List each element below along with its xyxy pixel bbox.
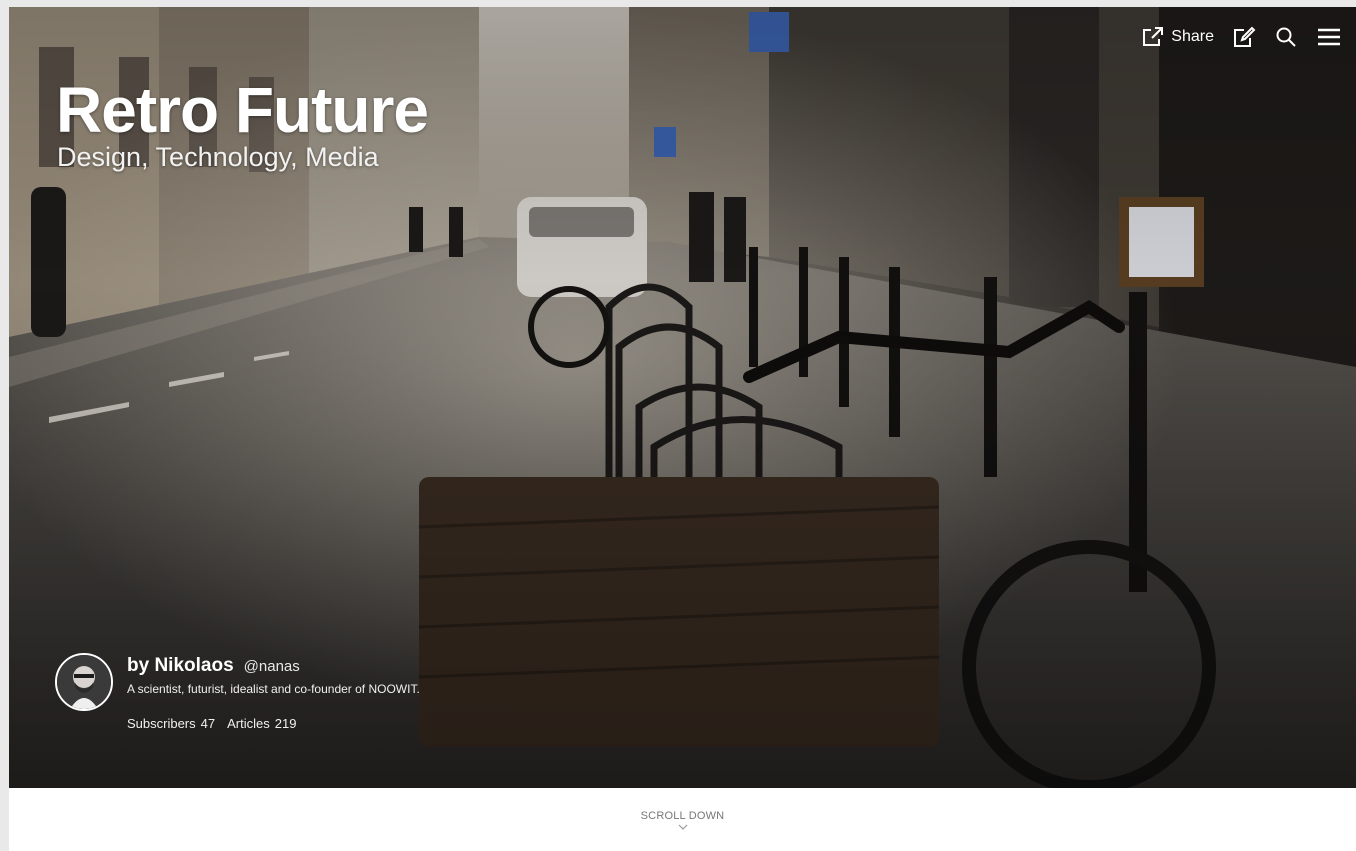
- chevron-down-icon: [678, 824, 687, 830]
- subscribers-count: 47: [200, 716, 216, 731]
- author-info: by Nikolaos @nanas A scientist, futurist…: [127, 655, 420, 731]
- articles-label: Articles: [227, 716, 270, 731]
- blog-subtitle: Design, Technology, Media: [57, 142, 379, 172]
- author-line: by Nikolaos @nanas: [127, 655, 420, 677]
- author-bio: A scientist, futurist, idealist and co-f…: [127, 682, 420, 696]
- blog-title: Retro Future: [56, 74, 429, 146]
- menu-icon: [1316, 25, 1342, 49]
- share-label: Share: [1171, 28, 1214, 45]
- avatar[interactable]: [55, 653, 113, 711]
- articles-count: 219: [274, 716, 297, 731]
- share-icon: [1141, 25, 1165, 49]
- edit-icon: [1232, 25, 1256, 49]
- author-handle[interactable]: @nanas: [244, 658, 300, 675]
- author-stats: Subscribers 47 Articles 219: [127, 716, 420, 731]
- menu-button[interactable]: [1316, 25, 1342, 49]
- subscribers-stat[interactable]: Subscribers 47: [127, 716, 215, 731]
- author-block: by Nikolaos @nanas A scientist, futurist…: [55, 653, 420, 731]
- page-frame: Retro Future Design, Technology, Media S…: [9, 7, 1356, 851]
- scroll-down-button[interactable]: SCROLL DOWN: [9, 810, 1356, 830]
- articles-stat[interactable]: Articles 219: [227, 716, 296, 731]
- edit-button[interactable]: [1232, 25, 1256, 49]
- search-button[interactable]: [1274, 25, 1298, 49]
- subscribers-label: Subscribers: [127, 716, 196, 731]
- share-button[interactable]: Share: [1141, 25, 1214, 49]
- scroll-down-label: SCROLL DOWN: [640, 810, 725, 822]
- search-icon: [1274, 25, 1298, 49]
- top-toolbar: Share: [1123, 23, 1342, 51]
- hero-cover: Retro Future Design, Technology, Media S…: [9, 7, 1356, 788]
- author-name[interactable]: by Nikolaos: [127, 655, 234, 677]
